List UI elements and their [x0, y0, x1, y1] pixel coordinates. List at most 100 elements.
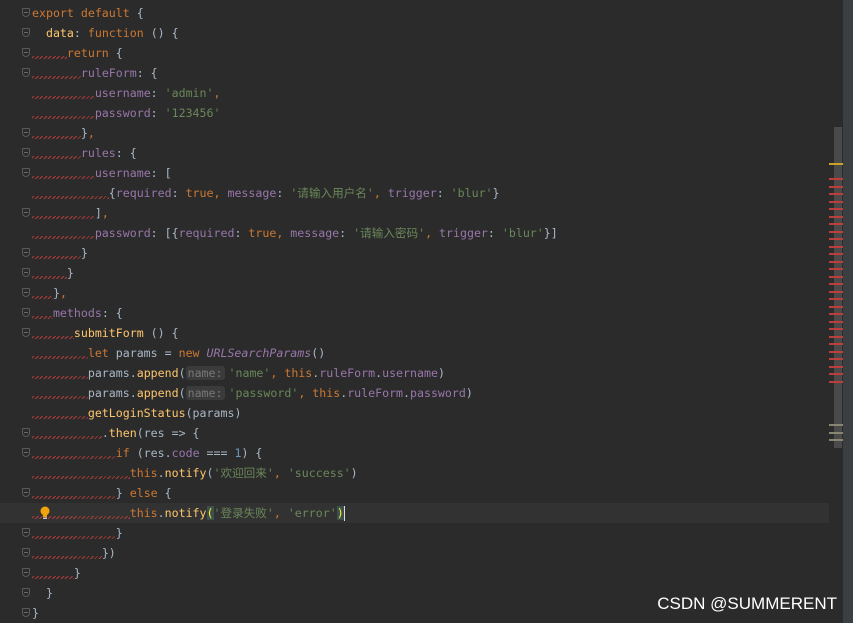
code-line[interactable]: let params = new URLSearchParams()	[0, 343, 829, 363]
code-line[interactable]: submitForm () {	[0, 323, 829, 343]
error-marker[interactable]	[829, 328, 843, 330]
code-line[interactable]: if (res.code === 1) {	[0, 443, 829, 463]
fold-toggle-icon[interactable]	[22, 148, 30, 157]
fold-toggle-icon[interactable]	[22, 208, 30, 217]
code-token: message	[290, 226, 340, 240]
code-line[interactable]: .then(res => {	[0, 423, 829, 443]
code-line[interactable]: getLoginStatus(params)	[0, 403, 829, 423]
error-marker[interactable]	[829, 305, 843, 308]
code-token: notify	[164, 506, 207, 520]
fold-toggle-icon[interactable]	[22, 608, 30, 617]
info-marker[interactable]	[829, 439, 843, 441]
code-line[interactable]: params.append(name:'password', this.rule…	[0, 383, 829, 403]
code-line[interactable]: export default {	[0, 3, 829, 23]
error-marker[interactable]	[829, 373, 843, 375]
code-line[interactable]: } else {	[0, 483, 829, 503]
code-text: rules: {	[32, 143, 137, 163]
error-marker[interactable]	[829, 275, 843, 278]
error-marker[interactable]	[829, 238, 843, 240]
code-token: ]	[94, 206, 102, 220]
code-token: rules	[80, 146, 116, 160]
fold-toggle-icon[interactable]	[22, 168, 30, 177]
code-token: }	[80, 246, 88, 260]
info-marker[interactable]	[829, 431, 843, 434]
fold-toggle-icon[interactable]	[22, 568, 30, 577]
fold-toggle-icon[interactable]	[22, 28, 30, 37]
error-marker[interactable]	[829, 350, 843, 353]
code-line[interactable]: ],	[0, 203, 829, 223]
code-line[interactable]: params.append(name:'name', this.ruleForm…	[0, 363, 829, 383]
error-marker[interactable]	[829, 215, 843, 218]
error-marker[interactable]	[829, 260, 843, 263]
error-marker[interactable]	[829, 290, 843, 293]
code-text: this.notify('登录失败', 'error')	[32, 503, 345, 523]
code-line[interactable]: rules: {	[0, 143, 829, 163]
error-marker[interactable]	[829, 358, 843, 360]
error-marker[interactable]	[829, 178, 843, 180]
error-marker[interactable]	[829, 313, 843, 315]
fold-toggle-icon[interactable]	[22, 268, 30, 277]
fold-toggle-icon[interactable]	[22, 548, 30, 557]
code-line[interactable]: ruleForm: {	[0, 63, 829, 83]
code-line[interactable]: this.notify('欢迎回来', 'success')	[0, 463, 829, 483]
code-line[interactable]: }	[0, 243, 829, 263]
code-token: .	[157, 506, 165, 520]
code-line[interactable]: password: [{required: true, message: '请输…	[0, 223, 829, 243]
error-marker[interactable]	[829, 335, 843, 338]
fold-toggle-icon[interactable]	[22, 128, 30, 137]
error-marker[interactable]	[829, 253, 843, 255]
error-marker[interactable]	[829, 268, 843, 270]
error-marker[interactable]	[829, 185, 843, 188]
code-line[interactable]: },	[0, 283, 829, 303]
error-marker[interactable]	[829, 193, 843, 195]
fold-toggle-icon[interactable]	[22, 528, 30, 537]
code-token: '请输入用户名'	[290, 186, 374, 200]
code-line[interactable]: this.notify('登录失败', 'error')	[0, 503, 829, 523]
error-marker[interactable]	[829, 245, 843, 248]
code-line[interactable]: })	[0, 543, 829, 563]
code-token: else	[129, 486, 165, 500]
fold-toggle-icon[interactable]	[22, 8, 30, 17]
code-line[interactable]: username: 'admin',	[0, 83, 829, 103]
code-token: }	[32, 606, 39, 620]
error-marker[interactable]	[829, 298, 843, 300]
vertical-scrollbar-thumb[interactable]	[834, 127, 842, 448]
code-line[interactable]: }	[0, 263, 829, 283]
error-marker[interactable]	[829, 200, 843, 203]
code-line[interactable]: },	[0, 123, 829, 143]
code-editor[interactable]: export default { data: function () { ret…	[0, 0, 829, 623]
fold-toggle-icon[interactable]	[22, 288, 30, 297]
code-line[interactable]: }	[0, 523, 829, 543]
error-marker[interactable]	[829, 365, 843, 368]
code-token: return	[66, 46, 116, 60]
fold-toggle-icon[interactable]	[22, 588, 30, 597]
info-marker[interactable]	[829, 424, 843, 426]
code-line[interactable]: data: function () {	[0, 23, 829, 43]
code-line[interactable]: return {	[0, 43, 829, 63]
error-marker[interactable]	[829, 223, 843, 225]
fold-toggle-icon[interactable]	[22, 448, 30, 457]
code-line[interactable]: }	[0, 563, 829, 583]
error-marker[interactable]	[829, 343, 843, 345]
code-token: :	[150, 106, 165, 120]
code-line[interactable]: methods: {	[0, 303, 829, 323]
fold-toggle-icon[interactable]	[22, 328, 30, 337]
code-token: : {	[101, 306, 123, 320]
error-marker[interactable]	[829, 380, 843, 383]
fold-toggle-icon[interactable]	[22, 248, 30, 257]
code-token: :	[487, 226, 502, 240]
warning-marker[interactable]	[829, 163, 843, 165]
fold-toggle-icon[interactable]	[22, 308, 30, 317]
fold-toggle-icon[interactable]	[22, 68, 30, 77]
error-marker[interactable]	[829, 208, 843, 210]
fold-toggle-icon[interactable]	[22, 428, 30, 437]
code-line[interactable]: {required: true, message: '请输入用户名', trig…	[0, 183, 829, 203]
code-token: ===	[199, 446, 235, 460]
error-marker[interactable]	[829, 283, 843, 285]
fold-toggle-icon[interactable]	[22, 488, 30, 497]
code-line[interactable]: password: '123456'	[0, 103, 829, 123]
error-marker[interactable]	[829, 320, 843, 323]
error-marker[interactable]	[829, 230, 843, 233]
fold-toggle-icon[interactable]	[22, 48, 30, 57]
code-line[interactable]: username: [	[0, 163, 829, 183]
